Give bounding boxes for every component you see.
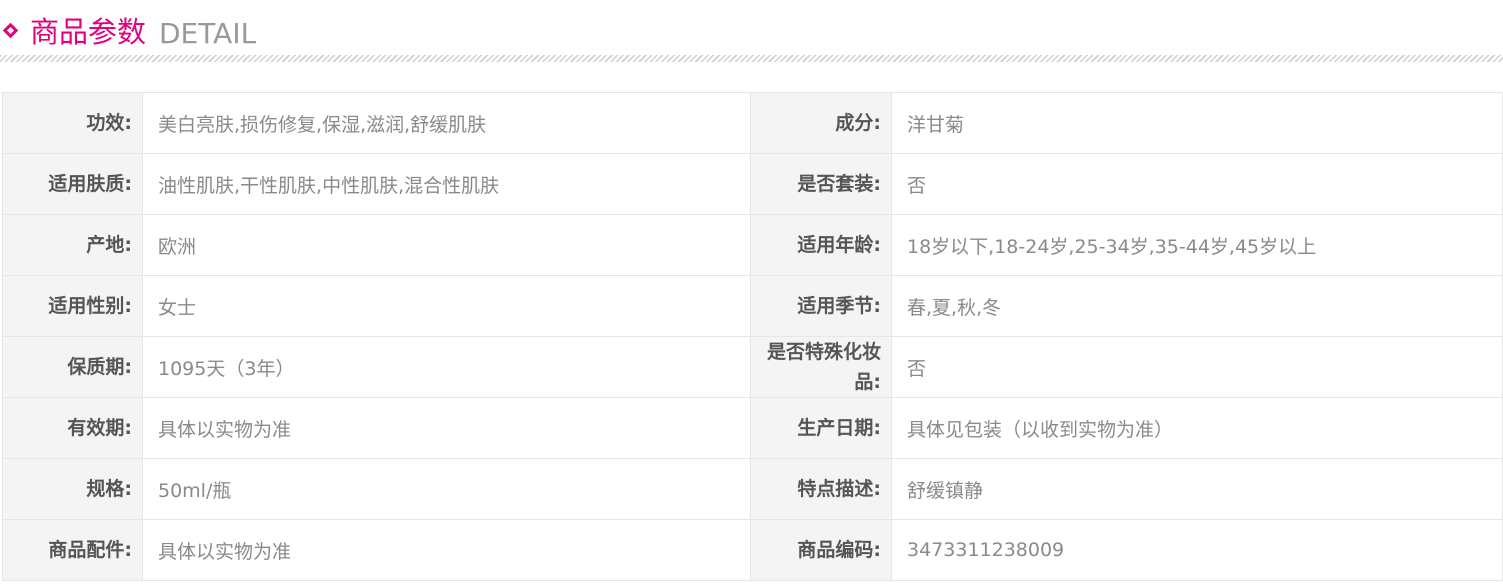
table-row: 产地: 欧洲 适用年龄: 18岁以下,18-24岁,25-34岁,35-44岁,… — [2, 214, 1503, 276]
param-label: 是否特殊化妆品: — [750, 336, 892, 398]
section-title-en: DETAIL — [159, 17, 257, 50]
param-label: 适用季节: — [750, 275, 892, 337]
section-header: 商品参数 DETAIL — [0, 0, 1503, 64]
param-label: 商品配件: — [2, 519, 143, 581]
param-value: 洋甘菊 — [891, 92, 1503, 154]
param-value: 舒缓镇静 — [891, 458, 1503, 520]
table-row: 商品配件: 具体以实物为准 商品编码: 3473311238009 — [2, 519, 1503, 581]
striped-divider — [0, 55, 1503, 62]
param-value: 具体以实物为准 — [142, 519, 751, 581]
param-label: 适用年龄: — [750, 214, 892, 276]
diamond-icon — [2, 22, 19, 39]
param-label: 功效: — [2, 92, 143, 154]
table-row: 规格: 50ml/瓶 特点描述: 舒缓镇静 — [2, 458, 1503, 520]
param-value: 50ml/瓶 — [142, 458, 751, 520]
table-row: 适用肤质: 油性肌肤,干性肌肤,中性肌肤,混合性肌肤 是否套装: 否 — [2, 153, 1503, 215]
param-label: 生产日期: — [750, 397, 892, 459]
param-label: 适用性别: — [2, 275, 143, 337]
param-value: 女士 — [142, 275, 751, 337]
param-label: 规格: — [2, 458, 143, 520]
param-label: 商品编码: — [750, 519, 892, 581]
param-value: 1095天（3年） — [142, 336, 751, 398]
param-label: 有效期: — [2, 397, 143, 459]
param-label: 成分: — [750, 92, 892, 154]
table-row: 保质期: 1095天（3年） 是否特殊化妆品: 否 — [2, 336, 1503, 398]
param-value: 否 — [891, 336, 1503, 398]
table-row: 适用性别: 女士 适用季节: 春,夏,秋,冬 — [2, 275, 1503, 337]
param-value: 否 — [891, 153, 1503, 215]
param-value: 春,夏,秋,冬 — [891, 275, 1503, 337]
param-label: 产地: — [2, 214, 143, 276]
table-row: 功效: 美白亮肤,损伤修复,保湿,滋润,舒缓肌肤 成分: 洋甘菊 — [2, 92, 1503, 154]
param-label: 是否套装: — [750, 153, 892, 215]
param-value: 油性肌肤,干性肌肤,中性肌肤,混合性肌肤 — [142, 153, 751, 215]
param-label: 保质期: — [2, 336, 143, 398]
section-title: 商品参数 — [30, 15, 147, 49]
product-params-table: 功效: 美白亮肤,损伤修复,保湿,滋润,舒缓肌肤 成分: 洋甘菊 适用肤质: 油… — [2, 92, 1503, 581]
param-label: 适用肤质: — [2, 153, 143, 215]
param-value: 欧洲 — [142, 214, 751, 276]
param-value: 3473311238009 — [891, 519, 1503, 581]
param-value: 具体见包装（以收到实物为准） — [891, 397, 1503, 459]
table-row: 有效期: 具体以实物为准 生产日期: 具体见包装（以收到实物为准） — [2, 397, 1503, 459]
param-value: 具体以实物为准 — [142, 397, 751, 459]
param-value: 18岁以下,18-24岁,25-34岁,35-44岁,45岁以上 — [891, 214, 1503, 276]
param-label: 特点描述: — [750, 458, 892, 520]
param-value: 美白亮肤,损伤修复,保湿,滋润,舒缓肌肤 — [142, 92, 751, 154]
